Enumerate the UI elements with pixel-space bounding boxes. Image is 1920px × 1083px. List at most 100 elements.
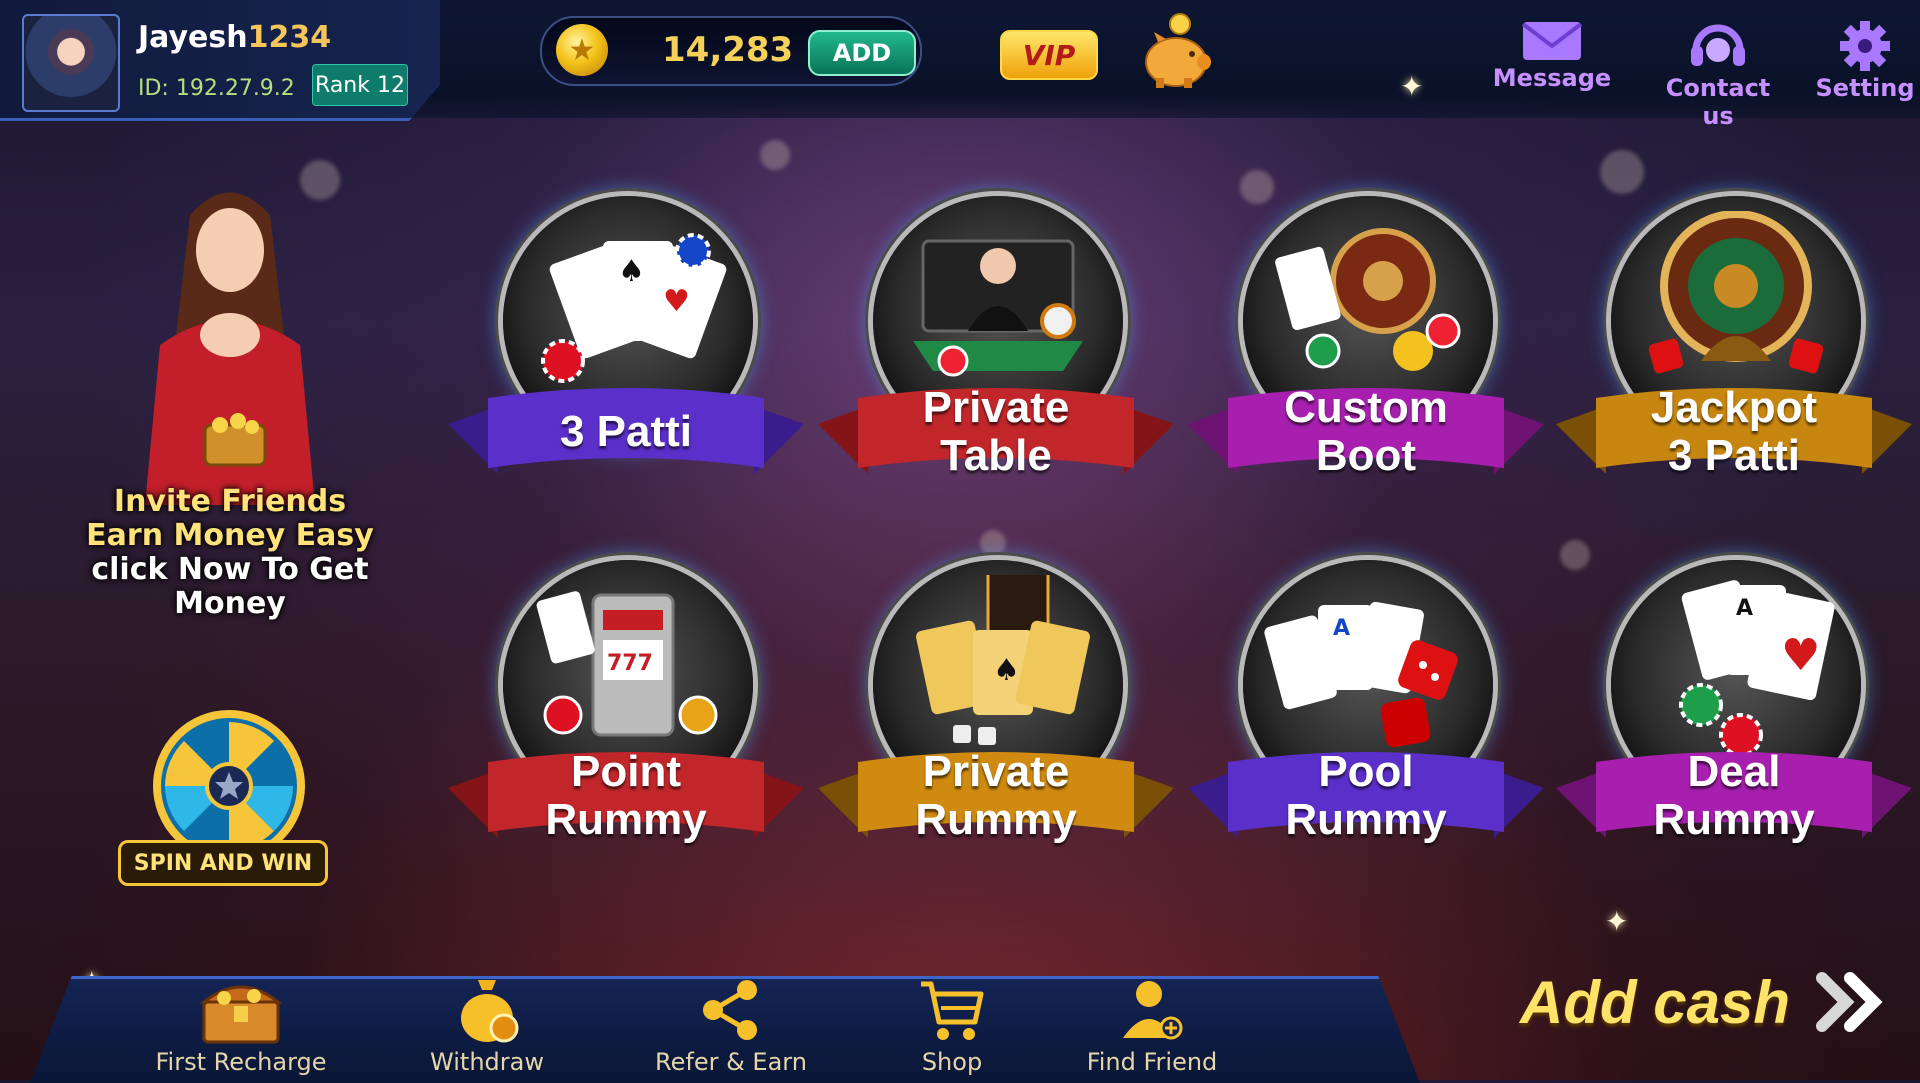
game-title-line: Private (922, 383, 1070, 432)
game-title-line: Rummy (1653, 795, 1815, 844)
game-jackpot-3-patti[interactable]: Jackpot 3 Patti (1556, 196, 1912, 516)
svg-text:A: A (1333, 616, 1350, 641)
first-recharge-button[interactable]: First Recharge (151, 976, 331, 1076)
svg-text:777: 777 (607, 651, 653, 676)
game-custom-boot[interactable]: Custom Boot (1188, 196, 1544, 516)
envelope-icon (1521, 22, 1583, 60)
piggy-bank-icon[interactable] (1140, 12, 1212, 90)
username-digits: 1234 (247, 20, 332, 55)
invite-text: Invite Friends Earn Money Easy click Now… (80, 485, 380, 621)
game-title: Deal Rummy (1596, 748, 1872, 844)
coin-balance: ★ 14,283 ADD (540, 16, 922, 86)
game-pool-rummy[interactable]: A Pool Rummy (1188, 560, 1544, 880)
game-title-line: Boot (1315, 431, 1417, 480)
svg-text:♥: ♥ (663, 284, 690, 319)
background-light (1600, 150, 1644, 194)
hostess-illustration (145, 192, 315, 505)
coin-icon: ★ (556, 24, 608, 76)
headset-icon (1691, 24, 1745, 66)
username: Jayesh1234 (138, 20, 331, 55)
find-friend-button[interactable]: Find Friend (1062, 976, 1242, 1076)
background-light (980, 530, 1006, 556)
add-friend-icon (1123, 981, 1183, 1040)
double-chevron-right-icon (1816, 972, 1883, 1032)
game-title-line: Jackpot (1650, 383, 1818, 432)
roulette-jackpot-art (1648, 211, 1824, 374)
setting-label: Setting (1815, 74, 1915, 102)
game-title: Jackpot 3 Patti (1596, 384, 1872, 480)
svg-text:♥: ♥ (1781, 630, 1820, 681)
cards-dice-art: A (1264, 601, 1458, 748)
game-title-line: Table (940, 431, 1052, 480)
invite-line: Earn Money Easy (86, 518, 374, 553)
money-bag-icon (461, 980, 519, 1043)
add-cash-button[interactable]: Add cash (1520, 962, 1900, 1042)
svg-text:♠: ♠ (993, 653, 1020, 688)
sparkle-decoration: ✦ (1605, 905, 1629, 938)
game-title-line: Rummy (915, 795, 1077, 844)
refer-earn-label: Refer & Earn (655, 1048, 807, 1076)
slot-machine-art: 777 (536, 591, 718, 737)
invite-line: click Now To Get (91, 552, 369, 587)
aces-chips-art: ♥ A (1679, 580, 1835, 757)
svg-text:A: A (1736, 596, 1753, 621)
game-title-line: Point (571, 747, 681, 796)
game-title-line: Pool (1318, 747, 1414, 796)
game-title-line: 3 Patti (1667, 431, 1801, 480)
invite-line: Invite Friends (113, 484, 347, 519)
first-recharge-label: First Recharge (155, 1048, 327, 1076)
treasure-chest-icon (199, 985, 283, 1044)
refer-earn-button[interactable]: Refer & Earn (641, 976, 821, 1076)
gold-cards-art: ♠ (916, 575, 1090, 745)
shop-label: Shop (921, 1048, 983, 1076)
coin-amount: 14,283 (662, 30, 794, 70)
cart-icon (921, 981, 984, 1040)
withdraw-label: Withdraw (430, 1048, 544, 1076)
gear-icon (1840, 21, 1890, 71)
cards-chips-art: ♠♥ (541, 233, 727, 383)
game-title-line: Custom (1284, 383, 1448, 432)
withdraw-button[interactable]: Withdraw (397, 976, 577, 1076)
svg-text:♠: ♠ (618, 254, 645, 289)
spin-and-win-label: SPIN AND WIN (118, 840, 328, 886)
game-title: Point Rummy (488, 748, 764, 844)
invite-line: Money (174, 586, 286, 621)
add-coins-button[interactable]: ADD (808, 30, 916, 76)
share-icon (703, 980, 757, 1040)
sparkle-decoration: ✦ (1400, 70, 1424, 103)
shop-button[interactable]: Shop (862, 976, 1042, 1076)
game-title: Private Rummy (858, 748, 1134, 844)
find-friend-label: Find Friend (1086, 1048, 1218, 1076)
game-title-line: Rummy (1285, 795, 1447, 844)
game-title: 3 Patti (488, 384, 764, 480)
contact-us-button[interactable]: Contact us (1653, 20, 1783, 130)
game-title: Pool Rummy (1228, 748, 1504, 844)
game-title-line: Private (922, 747, 1070, 796)
vip-button[interactable]: VIP (1000, 30, 1098, 80)
spin-and-win-button[interactable]: SPIN AND WIN (118, 706, 340, 886)
setting-button[interactable]: Setting (1800, 20, 1920, 102)
contact-us-label: Contact us (1665, 74, 1771, 130)
game-deal-rummy[interactable]: ♥ A Deal Rummy (1556, 560, 1912, 880)
user-id: ID: 192.27.9.2 (138, 76, 295, 101)
game-title-line: Deal (1687, 747, 1781, 796)
game-private-rummy[interactable]: ♠ Private Rummy (818, 560, 1174, 880)
add-cash-label: Add cash (1520, 968, 1791, 1036)
invite-friends-promo[interactable]: Invite Friends Earn Money Easy click Now… (80, 175, 380, 655)
game-title-line: 3 Patti (559, 407, 693, 456)
game-point-rummy[interactable]: 777 Point Rummy (448, 560, 804, 880)
background-light (760, 140, 790, 170)
live-dealer-art (913, 239, 1083, 377)
game-title: Private Table (858, 384, 1134, 480)
game-title: Custom Boot (1228, 384, 1504, 480)
rank-badge: Rank 12 (312, 64, 408, 106)
roulette-cards-art (1275, 228, 1461, 371)
game-private-table[interactable]: Private Table (818, 196, 1174, 516)
avatar[interactable] (22, 14, 120, 112)
game-3-patti[interactable]: ♠ ♥ 3 Patti (448, 196, 804, 516)
game-title-line: Rummy (545, 795, 707, 844)
username-name: Jayesh (138, 20, 248, 55)
spin-wheel-icon (153, 710, 305, 846)
message-button[interactable]: Message (1487, 20, 1617, 92)
message-label: Message (1492, 64, 1612, 92)
